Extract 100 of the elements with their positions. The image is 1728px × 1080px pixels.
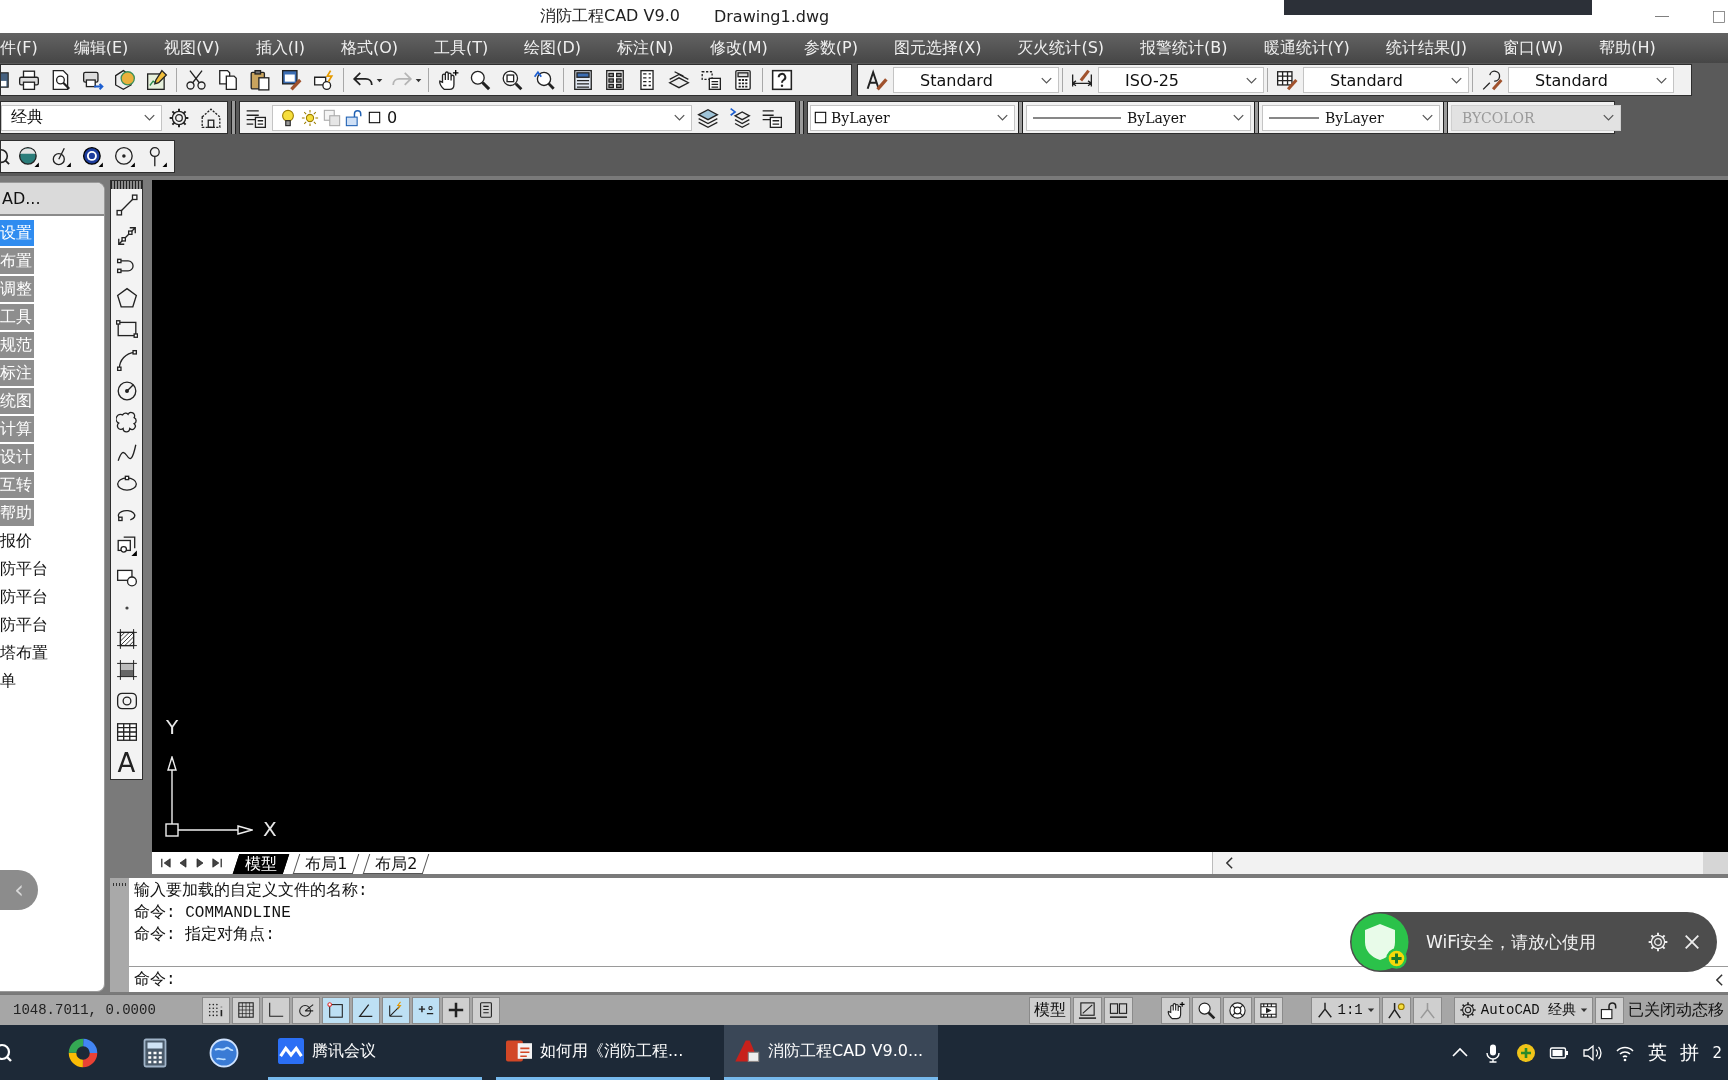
printer-arrow-icon[interactable] xyxy=(82,69,104,91)
text-tool-button[interactable]: A xyxy=(117,749,136,776)
menu-item[interactable]: 帮助(H) xyxy=(1599,38,1656,58)
cloud-icon[interactable] xyxy=(115,410,138,433)
calculator-icon[interactable] xyxy=(732,69,754,91)
panel-item[interactable]: 防平台 xyxy=(0,584,50,610)
color-dropdown[interactable]: ByLayer xyxy=(810,104,1015,131)
horizontal-scrollbar[interactable] xyxy=(1212,852,1728,874)
panel-item[interactable]: 单 xyxy=(0,668,18,694)
magnifier-arrow-icon[interactable] xyxy=(533,69,555,91)
status-toggle[interactable] xyxy=(322,996,350,1024)
command-window-grip[interactable] xyxy=(110,878,129,992)
panel-item[interactable]: 防平台 xyxy=(0,556,50,582)
menu-item[interactable]: 件(F) xyxy=(0,38,38,58)
menu-item[interactable]: 图元选择(X) xyxy=(893,38,982,58)
menu-item[interactable]: 插入(I) xyxy=(255,38,305,58)
menu-item[interactable]: 修改(M) xyxy=(709,38,768,58)
line-icon[interactable] xyxy=(115,193,138,216)
circle-icon[interactable] xyxy=(115,379,138,402)
form-window-icon[interactable] xyxy=(572,69,594,91)
status-toggle[interactable] xyxy=(292,996,320,1024)
input-language[interactable]: 英 xyxy=(1648,1039,1668,1066)
speaker-icon[interactable] xyxy=(1582,1042,1603,1063)
status-toggle[interactable] xyxy=(202,996,230,1024)
hand-icon[interactable] xyxy=(1160,996,1190,1024)
style-dropdown[interactable]: ISO-25 xyxy=(1098,67,1264,93)
shaded-square-icon[interactable] xyxy=(115,658,138,681)
letter-brush-icon[interactable] xyxy=(866,69,888,91)
globe-icon[interactable] xyxy=(209,1037,239,1068)
paint-brush-icon[interactable] xyxy=(281,69,303,91)
menu-item[interactable]: 编辑(E) xyxy=(73,38,129,58)
toolbar-grip[interactable] xyxy=(111,181,142,189)
ring-icon[interactable] xyxy=(82,145,104,168)
plus-disc-icon[interactable] xyxy=(1516,1042,1537,1063)
status-toggle[interactable] xyxy=(442,996,470,1024)
pages-icon[interactable] xyxy=(217,69,239,91)
film-icon[interactable] xyxy=(1253,996,1283,1024)
steering-wheel-icon[interactable] xyxy=(1222,996,1252,1024)
hand-icon[interactable] xyxy=(437,69,459,91)
layer-dropdown[interactable]: 0 xyxy=(272,104,692,131)
menu-item[interactable]: 绘图(D) xyxy=(524,38,582,58)
layout-tab[interactable]: 模型 xyxy=(232,854,290,874)
linetype-dropdown[interactable]: ByLayer xyxy=(1026,104,1251,131)
chart-pencil-icon[interactable] xyxy=(146,69,168,91)
pentagon-icon[interactable] xyxy=(115,286,138,309)
menu-item[interactable]: 灭火统计(S) xyxy=(1017,38,1105,58)
status-toggle[interactable] xyxy=(352,996,380,1024)
menu-item[interactable]: 报警统计(B) xyxy=(1140,38,1228,58)
target-icon[interactable] xyxy=(114,145,136,168)
clipboard-icon[interactable] xyxy=(249,69,271,91)
menu-item[interactable]: 格式(O) xyxy=(340,38,398,58)
colorful-ring-icon[interactable] xyxy=(68,1037,98,1068)
taskbar-app-button[interactable]: 如何用《消防工程... xyxy=(496,1025,710,1080)
maximize-icon[interactable] xyxy=(1713,10,1725,23)
status-toggle[interactable] xyxy=(412,996,440,1024)
first-page-icon[interactable] xyxy=(160,857,172,869)
chevron-left-icon[interactable] xyxy=(1716,973,1723,986)
table-brush-icon[interactable] xyxy=(1276,69,1298,91)
leader-brush-icon[interactable] xyxy=(1481,69,1503,91)
sphere-icon[interactable] xyxy=(18,145,40,168)
house-dashed-icon[interactable] xyxy=(200,106,222,129)
next-page-icon[interactable] xyxy=(194,857,206,869)
status-toggle[interactable] xyxy=(472,996,500,1024)
arc-icon[interactable] xyxy=(115,348,138,371)
two-panels-icon[interactable] xyxy=(1103,996,1133,1024)
page-magnifier-icon[interactable] xyxy=(50,69,72,91)
printer-icon[interactable] xyxy=(18,69,40,91)
block-lightning-icon[interactable] xyxy=(313,69,335,91)
menu-item[interactable]: 参数(P) xyxy=(803,38,858,58)
panel-item[interactable]: 报价 xyxy=(0,528,34,554)
caret-icon[interactable] xyxy=(415,76,422,84)
dashed-frame-page-icon[interactable] xyxy=(700,69,722,91)
caret-icon[interactable] xyxy=(376,76,383,84)
circle-line-icon[interactable] xyxy=(50,145,72,168)
menu-item[interactable]: 视图(V) xyxy=(164,38,220,58)
model-button[interactable]: 模型 xyxy=(1028,996,1071,1024)
scissors-icon[interactable] xyxy=(185,69,207,91)
rectangle-icon[interactable] xyxy=(115,317,138,340)
scrollbar-thumb[interactable] xyxy=(1703,852,1728,874)
chevron-left-icon[interactable] xyxy=(1226,857,1233,869)
double-arrow-line-icon[interactable] xyxy=(115,224,138,247)
style-dropdown[interactable]: Standard xyxy=(893,67,1059,93)
panel-item[interactable]: 防平台 xyxy=(0,612,50,638)
table-icon[interactable] xyxy=(115,720,138,743)
stacked-sheets-icon[interactable] xyxy=(668,69,690,91)
style-dropdown[interactable]: Standard xyxy=(1303,67,1469,93)
layout-tab[interactable]: 布局2 xyxy=(362,854,430,874)
status-toggle[interactable] xyxy=(382,996,410,1024)
gear-icon[interactable] xyxy=(168,106,190,129)
previous-page-icon[interactable] xyxy=(177,857,189,869)
layout-tab[interactable]: 布局1 xyxy=(292,854,360,874)
taskbar-app-button[interactable]: 腾讯会议 xyxy=(268,1025,482,1080)
input-mode[interactable]: 拼 xyxy=(1680,1039,1700,1066)
framed-diagonal-icon[interactable] xyxy=(1072,996,1102,1024)
lineweight-dropdown[interactable]: ByLayer xyxy=(1262,104,1440,131)
hatch-icon[interactable] xyxy=(115,627,138,650)
workspace-dropdown[interactable]: 经典 xyxy=(1,104,162,131)
menu-item[interactable]: 工具(T) xyxy=(434,38,489,58)
menu-item[interactable]: 标注(N) xyxy=(617,38,674,58)
layers-arrow-icon[interactable] xyxy=(729,106,751,129)
